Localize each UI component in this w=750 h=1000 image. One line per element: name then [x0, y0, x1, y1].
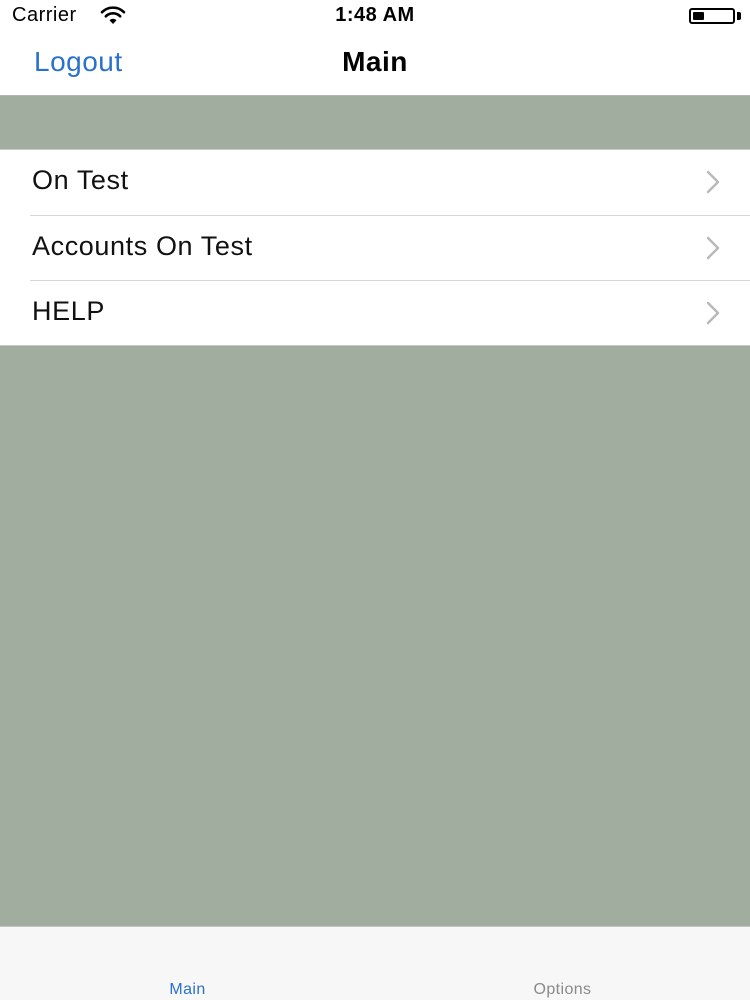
tab-bar: Main Options: [0, 926, 750, 1000]
menu-item-label: Accounts On Test: [32, 231, 253, 261]
menu-list: On Test Accounts On Test HELP: [0, 149, 750, 346]
tab-main[interactable]: Main: [0, 927, 375, 1000]
chevron-right-icon: [706, 301, 720, 325]
menu-item-label: HELP: [32, 296, 105, 326]
menu-item-label: On Test: [32, 165, 129, 195]
tab-options[interactable]: Options: [375, 927, 750, 1000]
battery-icon: [689, 8, 735, 24]
tab-main-label: Main: [169, 981, 206, 998]
chevron-right-icon: [706, 236, 720, 260]
battery-cap: [737, 12, 741, 20]
logout-button[interactable]: Logout: [34, 46, 123, 78]
app-screen: Carrier 1:48 AM Logout Main On Test Acco…: [0, 0, 750, 1000]
battery-level-fill: [693, 12, 705, 20]
status-time: 1:48 AM: [335, 4, 415, 26]
menu-item-on-test[interactable]: On Test: [0, 150, 750, 215]
chevron-right-icon: [706, 170, 720, 194]
tab-options-label: Options: [533, 981, 592, 998]
menu-item-accounts-on-test[interactable]: Accounts On Test: [30, 215, 750, 280]
menu-item-help[interactable]: HELP: [30, 280, 750, 345]
status-bar: Carrier 1:48 AM: [0, 0, 750, 32]
navigation-bar: Logout Main: [0, 32, 750, 96]
